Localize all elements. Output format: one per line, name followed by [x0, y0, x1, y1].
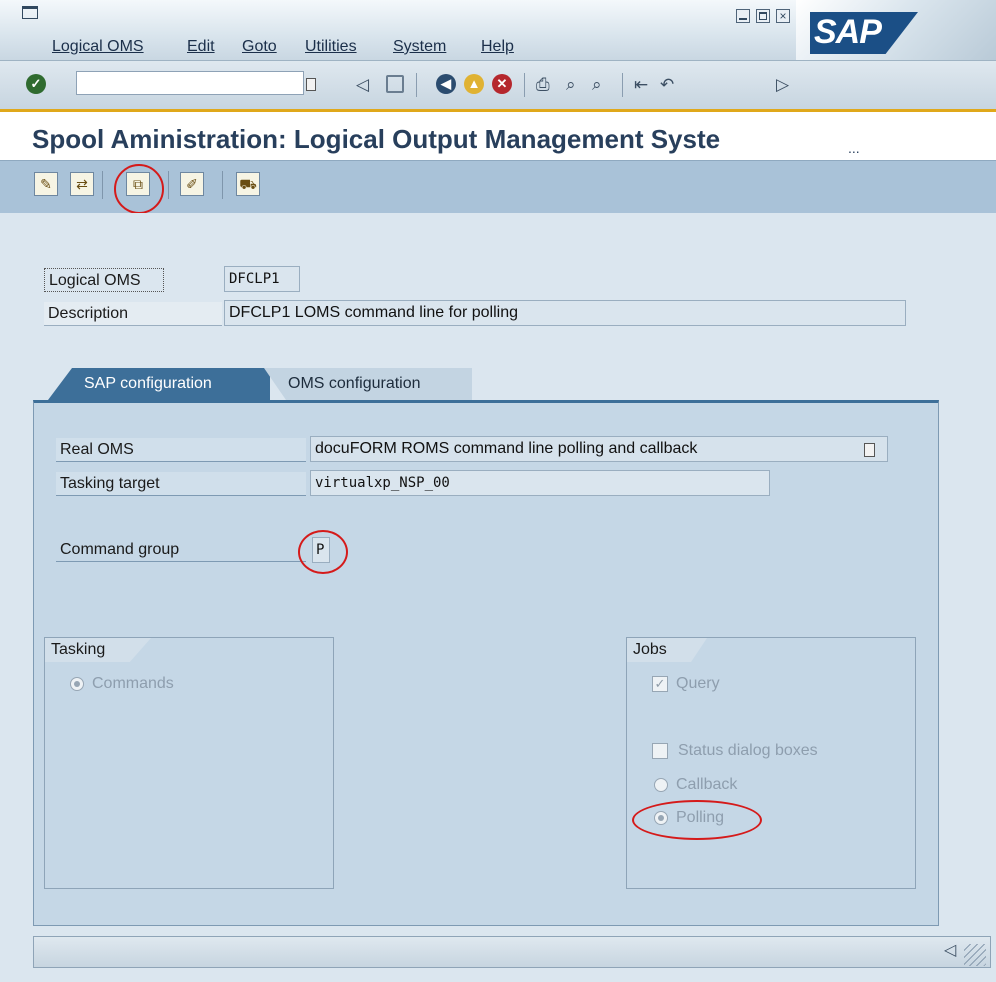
menu-bar: Logical OMS Edit Goto Utilities System H…: [0, 0, 996, 61]
menu-goto[interactable]: Goto: [242, 38, 277, 56]
logical-oms-value[interactable]: DFCLP1: [224, 266, 300, 292]
menu-help[interactable]: Help: [481, 38, 514, 56]
status-dialog-label: Status dialog boxes: [678, 742, 818, 759]
tasking-target-value[interactable]: virtualxp_NSP_00: [310, 470, 770, 496]
create-session-icon[interactable]: ▷: [776, 75, 789, 95]
toolbar-separator: [416, 73, 417, 97]
dropdown-icon[interactable]: [864, 443, 875, 457]
app-toolbar-separator: [102, 171, 103, 199]
commands-radio[interactable]: [70, 677, 84, 691]
query-label: Query: [676, 675, 720, 692]
previous-page-icon[interactable]: ↶: [660, 75, 674, 95]
sap-logo-text: SAP: [814, 13, 882, 51]
real-oms-label: Real OMS: [56, 438, 306, 462]
save-icon[interactable]: [386, 75, 404, 93]
edit-icon[interactable]: ✐: [180, 172, 204, 196]
app-toolbar-separator: [222, 171, 223, 199]
menu-utilities[interactable]: Utilities: [305, 38, 357, 56]
tab-oms-configuration[interactable]: OMS configuration: [264, 368, 472, 400]
menu-system[interactable]: System: [393, 38, 446, 56]
app-toolbar-separator: [168, 171, 169, 199]
jobs-group: [626, 637, 916, 889]
menu-logical-oms[interactable]: Logical OMS: [52, 38, 144, 56]
toolbar-separator: [622, 73, 623, 97]
exit-icon[interactable]: ▲: [464, 74, 484, 94]
other-object-icon[interactable]: ⇄: [70, 172, 94, 196]
title-ellipsis: ...: [848, 140, 860, 156]
status-dialog-checkbox[interactable]: [652, 743, 668, 759]
query-checkbox[interactable]: ✓: [652, 676, 668, 692]
description-label: Description: [44, 302, 222, 326]
tasking-group: [44, 637, 334, 889]
real-oms-dropdown[interactable]: docuFORM ROMS command line polling and c…: [310, 436, 888, 462]
find-next-icon[interactable]: ⌕: [592, 75, 602, 95]
back-arrow-icon[interactable]: ◁: [356, 75, 369, 95]
back-icon[interactable]: ◀: [436, 74, 456, 94]
callback-label: Callback: [676, 776, 738, 793]
enter-icon[interactable]: ✓: [26, 74, 46, 94]
maximize-icon[interactable]: [756, 9, 770, 23]
tasking-target-label: Tasking target: [56, 472, 306, 496]
close-icon[interactable]: ×: [776, 9, 790, 23]
menu-edit[interactable]: Edit: [187, 38, 215, 56]
transport-icon[interactable]: ⛟: [236, 172, 260, 196]
cancel-icon[interactable]: ✕: [492, 74, 512, 94]
command-dropdown-icon[interactable]: [306, 78, 316, 91]
change-icon[interactable]: ✎: [34, 172, 58, 196]
tab-sap-configuration[interactable]: SAP configuration: [48, 368, 270, 400]
page-title: Spool Aministration: Logical Output Mana…: [32, 124, 721, 154]
minimize-icon[interactable]: [736, 9, 750, 23]
command-group-label: Command group: [56, 538, 306, 562]
logical-oms-label: Logical OMS: [44, 268, 164, 292]
status-bar: [33, 936, 991, 968]
system-menu-icon[interactable]: [22, 6, 38, 19]
command-group-highlight-circle: [298, 530, 348, 574]
standard-toolbar: ✓ ◁ ◀ ▲ ✕ ⎙ ⌕ ⌕ ⇤ ↶ ▷: [0, 61, 996, 112]
polling-highlight-circle: [632, 800, 762, 840]
commands-label: Commands: [92, 675, 174, 692]
find-icon[interactable]: ⌕: [566, 75, 576, 95]
copy-highlight-circle: [114, 164, 164, 214]
command-field[interactable]: [76, 71, 304, 95]
first-page-icon[interactable]: ⇤: [634, 75, 648, 95]
print-icon[interactable]: ⎙: [536, 75, 550, 95]
sap-logo: SAP: [796, 0, 996, 60]
toolbar-separator: [524, 73, 525, 97]
callback-radio[interactable]: [654, 778, 668, 792]
real-oms-value: docuFORM ROMS command line polling and c…: [315, 440, 698, 457]
resize-grip-icon[interactable]: [964, 944, 986, 966]
status-expand-icon[interactable]: ◁: [944, 940, 956, 960]
description-value[interactable]: DFCLP1 LOMS command line for polling: [224, 300, 906, 326]
